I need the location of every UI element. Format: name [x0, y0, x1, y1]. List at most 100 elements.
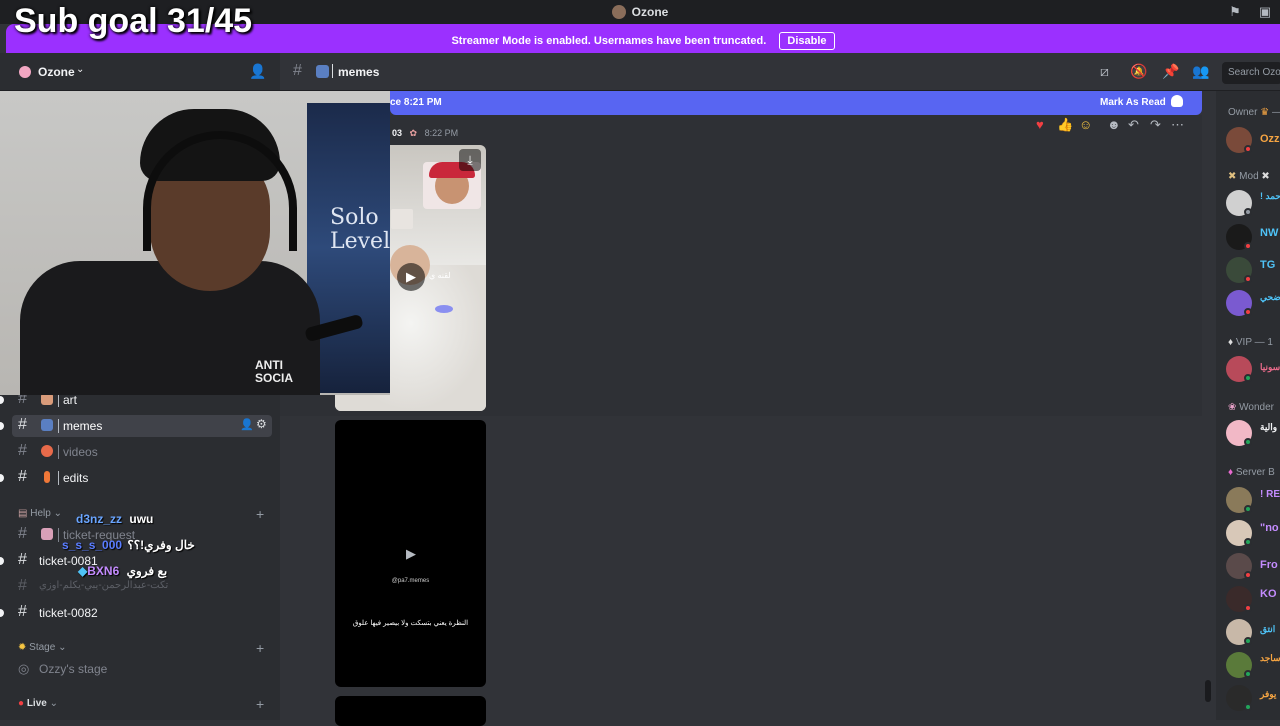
divider: [58, 471, 59, 485]
heart-reaction-icon[interactable]: ♥: [1036, 117, 1044, 132]
channel-label: art: [63, 393, 78, 407]
status-online-icon: [1244, 438, 1252, 446]
threads-icon[interactable]: ⧄: [1100, 63, 1109, 80]
category-stage[interactable]: ✹ Stage ⌄ +: [18, 640, 264, 656]
server-name: Ozone: [38, 65, 75, 79]
add-channel-icon[interactable]: +: [256, 640, 264, 656]
member-list-icon[interactable]: 👥: [1192, 63, 1209, 80]
shirt-text: ANTI SOCIA: [255, 358, 294, 385]
add-reaction-icon[interactable]: ☻: [1107, 117, 1121, 132]
channel-memes[interactable]: # memes 👤 ⚙: [0, 415, 272, 437]
status-online-icon: [1244, 670, 1252, 678]
status-online-icon: [1244, 637, 1252, 645]
mark-as-read-button[interactable]: Mark As Read: [1100, 97, 1166, 108]
add-channel-icon[interactable]: +: [256, 696, 264, 712]
inbox-icon[interactable]: ⚑: [1227, 4, 1243, 20]
member-name[interactable]: اضحي: [1260, 292, 1280, 303]
member-name[interactable]: Fro: [1260, 559, 1278, 571]
chat-text: بع فروي: [126, 564, 168, 578]
category-help[interactable]: ▤ Help ⌄ +: [18, 506, 264, 522]
server-header[interactable]: Ozone ⌄ 👤: [0, 53, 280, 91]
channel-emoji-icon: [316, 65, 329, 78]
divider: [58, 393, 59, 407]
add-channel-icon[interactable]: +: [256, 506, 264, 522]
status-online-icon: [1244, 538, 1252, 546]
chevron-down-icon: ⌄: [76, 64, 85, 75]
channel-header: # memes ⧄ 🔕 📌 👥 Search Ozone: [280, 53, 1280, 91]
member-name[interactable]: سونيا: [1260, 362, 1280, 373]
status-dnd-icon: [1244, 242, 1252, 250]
emoji-reaction-icon[interactable]: ☺: [1079, 117, 1092, 132]
member-name[interactable]: NW: [1260, 227, 1278, 239]
pin-icon[interactable]: 📌: [1162, 63, 1179, 80]
channel-label: Ozzy's stage: [39, 662, 108, 676]
member-name[interactable]: ! RE: [1260, 489, 1280, 500]
channel-title: memes: [338, 65, 380, 79]
lightning-icon: [44, 471, 50, 483]
video-caption: النظرة يعني بتسكت ولا بيصير فيها علوق: [352, 620, 469, 627]
member-category: ♦ VIP — 1: [1228, 337, 1273, 348]
channel-ticket-arabic[interactable]: # تكت-عبدالرحمن-يبي-يكلم-اوزي: [12, 576, 272, 598]
member-name[interactable]: TG: [1260, 259, 1275, 271]
thumbs-up-reaction-icon[interactable]: 👍: [1057, 117, 1073, 133]
mute-bell-icon[interactable]: 🔕: [1130, 63, 1147, 80]
video-attachment[interactable]: [335, 696, 486, 726]
invite-icon[interactable]: 👤: [240, 418, 254, 431]
channel-edits[interactable]: # edits: [0, 467, 272, 489]
status-online-icon: [1244, 505, 1252, 513]
channel-label: memes: [63, 419, 103, 433]
poster-text: Solo Leveli: [330, 205, 390, 254]
divider: [332, 64, 333, 78]
role-icon: ✿: [409, 128, 418, 138]
channel-label: ticket-0082: [39, 606, 98, 620]
more-icon[interactable]: ⋯: [1171, 117, 1184, 133]
video-attachment[interactable]: ▶ @pa7.memes النظرة يعني بتسكت ولا بيصير…: [335, 420, 486, 687]
gear-icon[interactable]: ⚙: [256, 417, 267, 431]
unread-indicator: [0, 557, 4, 565]
status-offline-icon: [1244, 208, 1252, 216]
member-name[interactable]: انتق: [1260, 624, 1275, 635]
server-icon: [19, 66, 31, 78]
member-name[interactable]: يوفر: [1260, 689, 1276, 700]
scrollbar-thumb[interactable]: [1205, 680, 1211, 702]
new-messages-text: ce 8:21 PM: [390, 97, 442, 108]
search-input[interactable]: Search Ozone: [1222, 62, 1280, 84]
hash-icon: #: [18, 603, 27, 620]
unread-indicator: [0, 609, 4, 617]
status-online-icon: [1244, 374, 1252, 382]
member-name[interactable]: والية: [1260, 422, 1277, 433]
envelope-icon: [41, 528, 53, 540]
channel-videos[interactable]: # videos: [12, 441, 272, 463]
stage-channel[interactable]: ◎ Ozzy's stage: [12, 658, 272, 680]
play-icon[interactable]: ▶: [397, 263, 425, 291]
member-name[interactable]: "no: [1260, 522, 1279, 534]
webcam-overlay: Solo Leveli ANTI SOCIA: [0, 91, 390, 395]
diamond-icon: ◆: [78, 564, 88, 578]
member-name[interactable]: ساجد: [1260, 653, 1280, 664]
chat-text: خال وفري!؟؟: [127, 538, 195, 552]
member-name[interactable]: KO: [1260, 588, 1277, 600]
reply-icon[interactable]: ↶: [1128, 117, 1139, 133]
member-name[interactable]: Ozz: [1260, 133, 1280, 145]
forward-icon[interactable]: ↷: [1150, 117, 1161, 133]
download-icon[interactable]: ⤓: [459, 149, 481, 171]
invite-icon[interactable]: 👤: [249, 63, 266, 80]
clipboard-icon: ▤: [18, 508, 28, 519]
mark-read-icon: [1171, 95, 1183, 107]
chat-text: uwu: [129, 512, 154, 526]
category-live[interactable]: ● Live ⌄ +: [18, 696, 264, 712]
message-author: 03: [392, 128, 403, 138]
disable-button[interactable]: Disable: [779, 32, 835, 50]
member-name[interactable]: ! حمد: [1260, 191, 1280, 202]
new-messages-bar[interactable]: ce 8:21 PM Mark As Read: [390, 91, 1202, 115]
hash-icon: #: [18, 416, 27, 433]
video-sticker: [391, 209, 413, 229]
play-icon[interactable]: ▶: [397, 540, 425, 568]
chat-message: d3nz_zz uwu: [76, 512, 153, 526]
channel-label: edits: [63, 471, 89, 485]
help-icon[interactable]: ▣: [1257, 4, 1273, 20]
sub-goal-overlay: Sub goal 31/45: [14, 2, 253, 40]
channel-ticket-0082[interactable]: # ticket-0082: [0, 602, 272, 624]
channel-emoji-icon: [41, 419, 53, 431]
banner-message: Streamer Mode is enabled. Usernames have…: [451, 35, 767, 47]
